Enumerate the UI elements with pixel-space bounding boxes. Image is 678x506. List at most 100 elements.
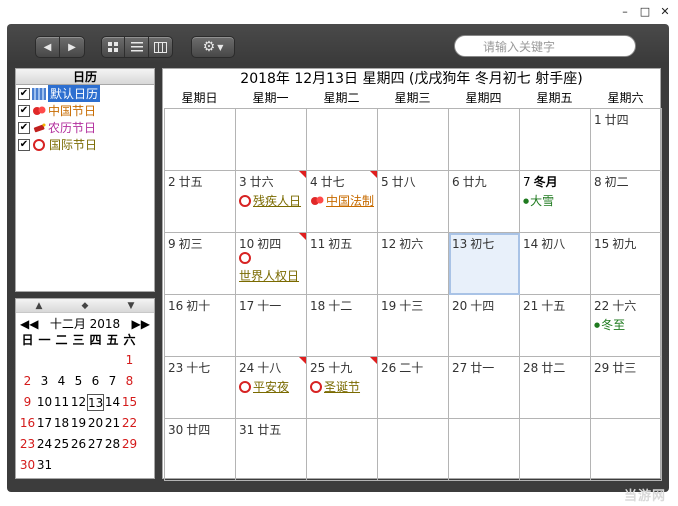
day-cell-empty[interactable] (378, 419, 449, 481)
day-cell[interactable]: 7 冬月 ● 大雪 (520, 171, 591, 233)
collapse-up-icon[interactable]: ▲ (36, 301, 43, 311)
day-cell[interactable]: 22 十六 ● 冬至 (591, 295, 662, 357)
day-cell-empty[interactable] (449, 419, 520, 481)
day-cell-empty[interactable] (307, 109, 378, 171)
mini-day[interactable]: 14 (104, 394, 121, 411)
event-link[interactable]: 世界人权日 (239, 267, 299, 284)
day-cell[interactable]: 5 廿八 (378, 171, 449, 233)
mini-day[interactable]: 7 (104, 373, 121, 390)
day-cell[interactable]: 18 十二 (307, 295, 378, 357)
mini-day[interactable]: 4 (53, 373, 70, 390)
mini-day[interactable]: 2 (19, 373, 36, 390)
list-view-button[interactable] (125, 37, 149, 57)
mini-day[interactable]: 15 (121, 394, 138, 411)
mini-day[interactable]: 18 (53, 415, 70, 432)
checkbox[interactable]: ✔ (18, 138, 30, 151)
day-cell[interactable]: 28 廿二 (520, 357, 591, 419)
day-cell[interactable]: 25 十九 圣诞节 (307, 357, 378, 419)
minimize-button[interactable]: – (618, 4, 632, 18)
day-cell[interactable]: 14 初八 (520, 233, 591, 295)
calendar-item-cn[interactable]: ✔ 中国节日 (16, 102, 154, 119)
day-cell[interactable]: 9 初三 (165, 233, 236, 295)
day-cell[interactable]: 15 初九 (591, 233, 662, 295)
event-link[interactable]: 平安夜 (253, 378, 289, 395)
event-item[interactable]: ● 冬至 (594, 316, 658, 333)
mini-day[interactable]: 25 (53, 436, 70, 453)
day-cell[interactable]: 30 廿四 (165, 419, 236, 481)
mini-day[interactable]: 31 (36, 457, 53, 474)
mini-day[interactable]: 13 (87, 394, 104, 411)
event-item[interactable]: ● 大雪 (523, 192, 587, 209)
day-cell-empty[interactable] (591, 419, 662, 481)
checkbox[interactable]: ✔ (18, 121, 30, 134)
day-cell-empty[interactable] (307, 419, 378, 481)
event-item[interactable]: 中国法制 (310, 192, 374, 209)
column-view-button[interactable] (149, 37, 172, 57)
mini-day[interactable]: 21 (104, 415, 121, 432)
event-link[interactable]: 中国法制 (326, 192, 374, 209)
mini-day[interactable]: 12 (70, 394, 87, 411)
day-cell[interactable]: 17 十一 (236, 295, 307, 357)
day-cell[interactable]: 2 廿五 (165, 171, 236, 233)
mini-day[interactable]: 20 (87, 415, 104, 432)
mini-day[interactable]: 10 (36, 394, 53, 411)
day-cell[interactable]: 11 初五 (307, 233, 378, 295)
event-link[interactable]: 残疾人日 (253, 192, 301, 209)
grid-view-button[interactable] (102, 37, 126, 57)
mini-day[interactable]: 11 (53, 394, 70, 411)
day-cell[interactable]: 10 初四 世界人权日 (236, 233, 307, 295)
day-cell-empty[interactable] (520, 109, 591, 171)
calendar-item-lunar[interactable]: ✔ 农历节日 (16, 119, 154, 136)
day-cell[interactable]: 12 初六 (378, 233, 449, 295)
mini-day[interactable]: 8 (121, 373, 138, 390)
next-month-icon[interactable]: ▶▶ (132, 317, 150, 331)
mini-day[interactable]: 19 (70, 415, 87, 432)
day-cell[interactable]: 8 初二 (591, 171, 662, 233)
checkbox[interactable]: ✔ (18, 87, 30, 100)
mini-day[interactable]: 29 (121, 436, 138, 453)
day-cell[interactable]: 23 十七 (165, 357, 236, 419)
day-cell-empty[interactable] (449, 109, 520, 171)
day-cell-empty[interactable] (520, 419, 591, 481)
event-item[interactable]: 平安夜 (239, 378, 303, 395)
day-cell[interactable]: 13 初七 (449, 233, 520, 295)
day-cell-empty[interactable] (236, 109, 307, 171)
mini-day[interactable]: 30 (19, 457, 36, 474)
event-item[interactable]: 残疾人日 (239, 192, 303, 209)
checkbox[interactable]: ✔ (18, 104, 30, 117)
event-item[interactable]: 圣诞节 (310, 378, 374, 395)
mini-day[interactable]: 26 (70, 436, 87, 453)
mini-day[interactable]: 9 (19, 394, 36, 411)
event-link[interactable]: 圣诞节 (324, 378, 360, 395)
day-cell[interactable]: 24 十八 平安夜 (236, 357, 307, 419)
day-cell[interactable]: 27 廿一 (449, 357, 520, 419)
day-cell[interactable]: 31 廿五 (236, 419, 307, 481)
mini-day[interactable]: 6 (87, 373, 104, 390)
event-item[interactable]: 世界人权日 (239, 267, 303, 284)
mini-day[interactable]: 27 (87, 436, 104, 453)
day-cell[interactable]: 20 十四 (449, 295, 520, 357)
calendar-item-default[interactable]: ✔ 默认日历 (16, 85, 154, 102)
day-cell[interactable]: 21 十五 (520, 295, 591, 357)
day-cell[interactable]: 16 初十 (165, 295, 236, 357)
day-cell-empty[interactable] (378, 109, 449, 171)
calendar-item-intl[interactable]: ✔ 国际节日 (16, 136, 154, 153)
day-cell[interactable]: 1 廿四 (591, 109, 662, 171)
mini-day[interactable]: 1 (121, 352, 138, 369)
expand-down-icon[interactable]: ▼ (128, 301, 135, 311)
mini-day[interactable]: 17 (36, 415, 53, 432)
close-button[interactable]: ✕ (658, 4, 672, 18)
settings-button[interactable]: ⚙ ▼ (191, 36, 235, 58)
mini-day[interactable]: 16 (19, 415, 36, 432)
diamond-icon[interactable]: ◆ (82, 301, 89, 311)
mini-day[interactable]: 22 (121, 415, 138, 432)
next-arrow-button[interactable]: ▶ (60, 37, 84, 57)
search-input[interactable]: 请输入关键字 (454, 35, 636, 57)
mini-day[interactable]: 3 (36, 373, 53, 390)
day-cell[interactable]: 29 廿三 (591, 357, 662, 419)
mini-day[interactable]: 23 (19, 436, 36, 453)
day-cell[interactable]: 4 廿七 中国法制 (307, 171, 378, 233)
prev-month-icon[interactable]: ◀◀ (20, 317, 38, 331)
mini-day[interactable]: 28 (104, 436, 121, 453)
mini-day[interactable]: 5 (70, 373, 87, 390)
